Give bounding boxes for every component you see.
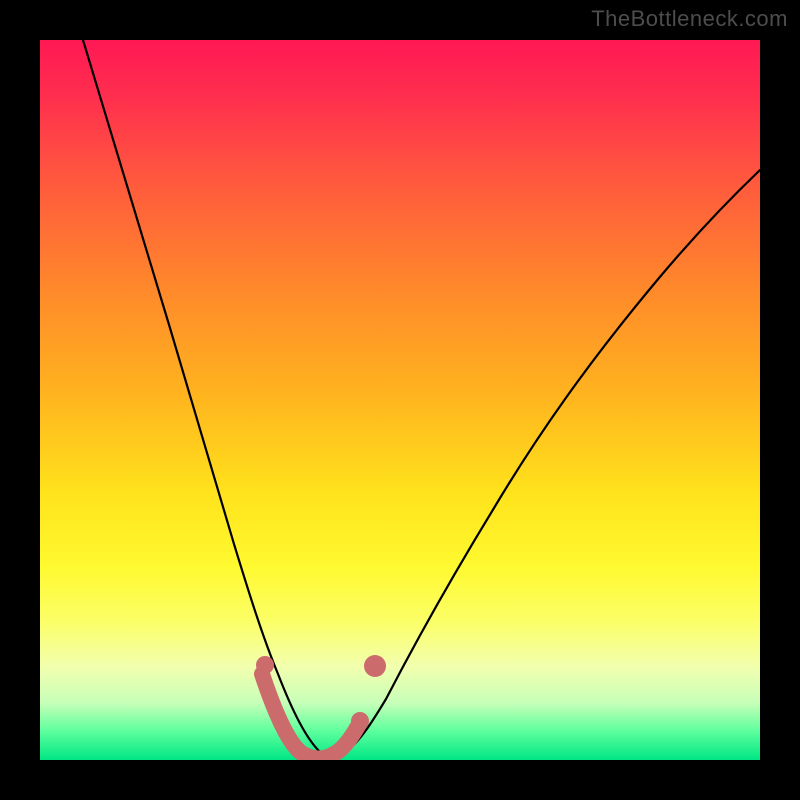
watermark-text: TheBottleneck.com	[591, 6, 788, 32]
curve-layer	[40, 40, 760, 760]
marker-start-dot	[256, 656, 274, 674]
marker-outlier-dot	[364, 655, 386, 677]
chart-frame: TheBottleneck.com	[0, 0, 800, 800]
marker-segment	[262, 674, 358, 759]
bottleneck-curve	[83, 40, 760, 757]
plot-area	[40, 40, 760, 760]
marker-end-dot	[351, 712, 369, 730]
